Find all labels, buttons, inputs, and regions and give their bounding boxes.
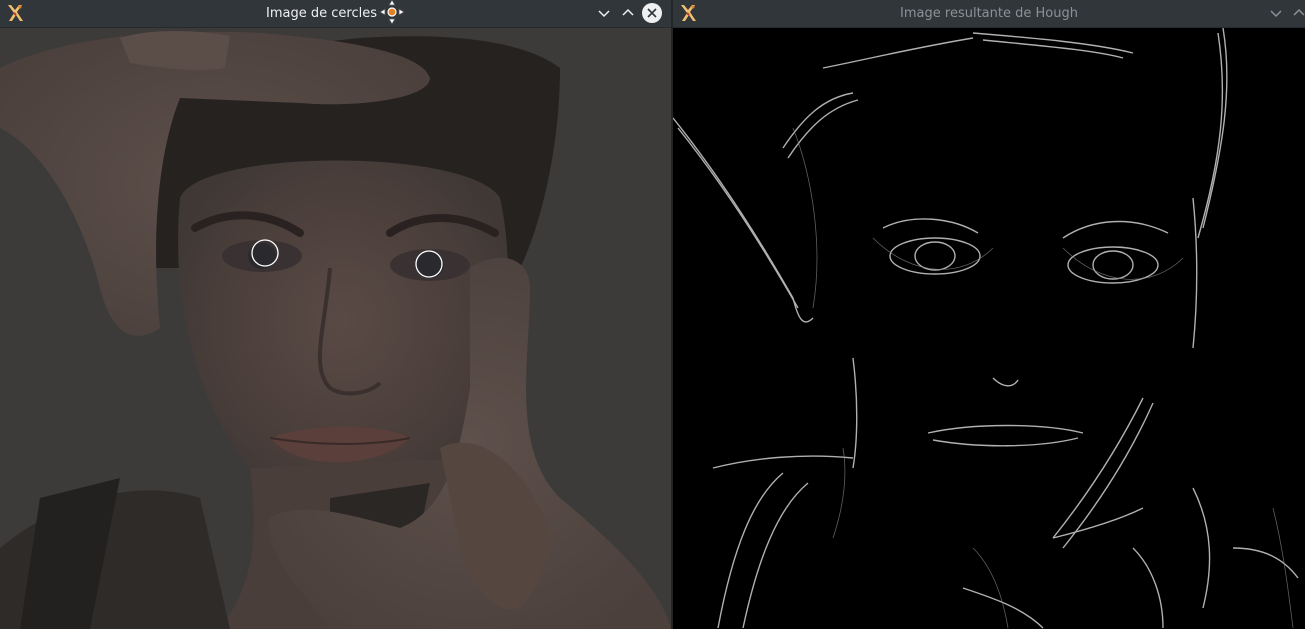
maximize-icon: [622, 8, 634, 16]
circles-window[interactable]: Image de cercles: [0, 0, 671, 629]
close-icon: [647, 8, 657, 18]
close-button[interactable]: [642, 3, 662, 23]
hough-result-image: [673, 28, 1305, 629]
maximize-button[interactable]: [1289, 3, 1305, 23]
window-title-text: Image de cercles: [266, 6, 377, 21]
hough-window[interactable]: Image resultante de Hough: [673, 0, 1305, 629]
circles-window-titlebar[interactable]: Image de cercles: [0, 0, 671, 28]
minimize-icon: [1270, 10, 1282, 18]
window-title: Image de cercles: [0, 0, 671, 27]
move-cursor-icon: [379, 0, 405, 25]
portrait-image: [0, 28, 671, 629]
hough-window-titlebar[interactable]: Image resultante de Hough: [673, 0, 1305, 28]
maximize-icon: [1293, 8, 1305, 16]
minimize-button[interactable]: [1266, 3, 1286, 23]
minimize-button[interactable]: [594, 3, 614, 23]
maximize-button[interactable]: [618, 3, 638, 23]
minimize-icon: [598, 10, 610, 18]
edge-map-image: [673, 28, 1305, 629]
circles-image: [0, 28, 671, 629]
window-title: Image resultante de Hough: [900, 6, 1078, 21]
